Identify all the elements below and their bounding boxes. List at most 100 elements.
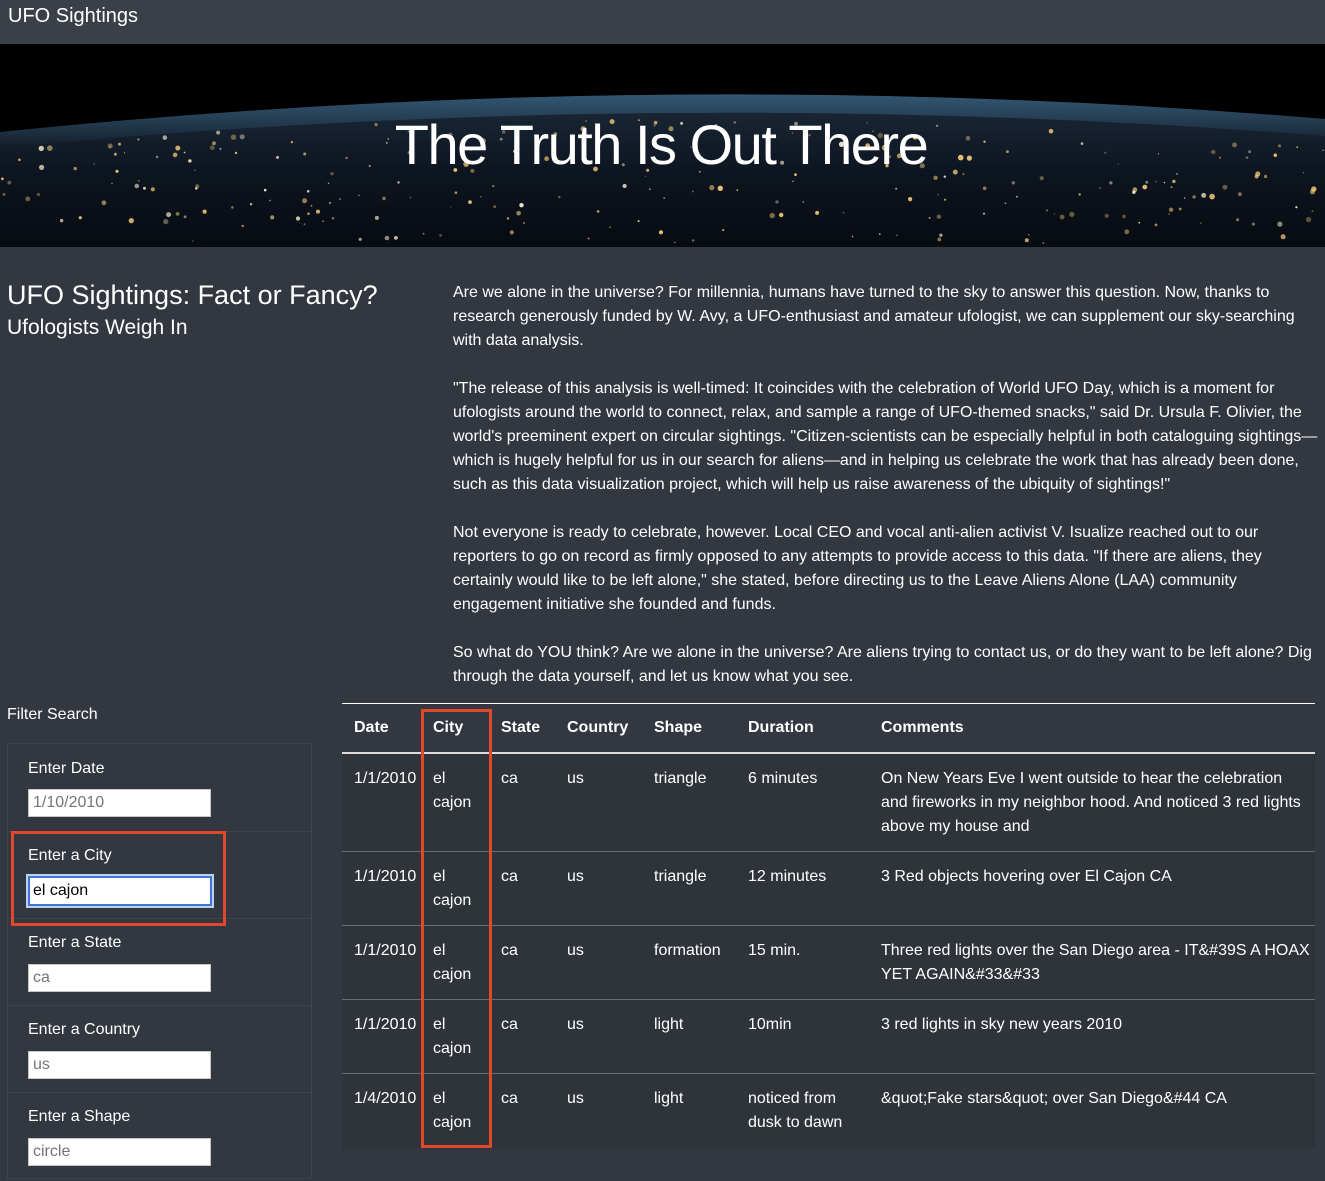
city-light-dot	[310, 204, 313, 207]
city-light-dot	[674, 241, 676, 244]
city-light-dot	[302, 198, 308, 204]
cell-state: ca	[489, 999, 555, 1074]
filter-state: Enter a State	[8, 918, 311, 1005]
city-light-dot	[815, 210, 820, 215]
city-column-highlight-box	[421, 709, 492, 1148]
city-light-dot	[269, 199, 271, 202]
city-light-dot	[36, 192, 41, 197]
date-label: Enter Date	[28, 760, 105, 777]
city-light-dot	[722, 228, 725, 232]
city-light-dot	[1053, 213, 1056, 215]
city-light-dot	[7, 180, 12, 185]
city-light-dot	[493, 205, 497, 209]
state-input[interactable]	[28, 964, 211, 992]
city-light-dot	[1238, 192, 1242, 197]
city-light-dot	[322, 220, 325, 223]
city-light-dot	[439, 234, 442, 237]
city-light-dot	[1311, 186, 1317, 192]
city-light-dot	[1024, 238, 1029, 243]
city-light-dot	[270, 215, 275, 220]
city-light-dot	[1099, 187, 1101, 190]
city-light-dot	[944, 198, 947, 201]
city-light-dot	[879, 233, 881, 235]
city-light-dot	[802, 201, 805, 203]
country-input[interactable]	[28, 1051, 211, 1079]
city-light-dot	[339, 198, 341, 201]
city-light-dot	[303, 223, 306, 226]
city-light-dot	[587, 237, 590, 240]
city-light-dot	[1277, 221, 1283, 227]
city-light-dot	[937, 237, 942, 242]
city-light-dot	[422, 232, 425, 235]
city-light-dot	[1222, 184, 1228, 190]
city-light-dot	[1045, 209, 1049, 212]
hero-title: The Truth Is Out There	[394, 113, 929, 176]
city-light-dot	[479, 195, 482, 198]
city-light-dot	[516, 210, 521, 216]
city-light-dot	[1104, 213, 1109, 218]
city-light-dot	[1295, 206, 1298, 209]
article-paragraph: So what do YOU think? Are we alone in th…	[453, 644, 1312, 685]
city-light-dot	[249, 203, 253, 206]
cell-state: ca	[489, 1073, 555, 1149]
city-filter-highlight-box	[11, 831, 226, 926]
city-light-dot	[1168, 213, 1170, 215]
city-light-dot	[397, 181, 400, 184]
city-light-dot	[166, 212, 172, 218]
city-light-dot	[717, 185, 723, 191]
city-light-dot	[1042, 242, 1045, 244]
city-light-dot	[1163, 181, 1166, 184]
city-light-dot	[454, 191, 458, 194]
city-light-dot	[663, 197, 666, 200]
city-light-dot	[1209, 193, 1215, 200]
page-subheading: Ufologists Weigh In	[7, 316, 188, 339]
city-light-dot	[1172, 179, 1176, 184]
article-paragraph: Not everyone is ready to celebrate, howe…	[453, 524, 1262, 613]
city-light-dot	[1236, 218, 1240, 222]
filter-shape: Enter a Shape	[8, 1092, 311, 1178]
city-light-dot	[1145, 180, 1149, 184]
navbar: UFO Sightings	[0, 0, 1325, 44]
city-light-dot	[307, 212, 310, 215]
state-label: Enter a State	[28, 934, 122, 951]
city-light-dot	[306, 190, 310, 193]
cell-date: 1/1/2010	[342, 851, 421, 926]
city-light-dot	[1016, 195, 1018, 198]
city-light-dot	[1201, 192, 1207, 198]
city-light-dot	[982, 212, 986, 215]
city-light-dot	[692, 239, 695, 242]
city-light-dot	[1069, 211, 1075, 217]
cell-shape: triangle	[654, 770, 707, 787]
city-light-dot	[522, 222, 525, 224]
cell-duration: 12 minutes	[736, 851, 869, 926]
city-light-dot	[394, 236, 398, 240]
city-light-dot	[1004, 202, 1007, 205]
date-input[interactable]	[28, 789, 211, 817]
city-light-dot	[895, 187, 898, 190]
column-header-country: Country	[555, 704, 642, 754]
city-light-dot	[1306, 216, 1312, 223]
city-light-dot	[519, 203, 524, 208]
city-light-dot	[59, 218, 64, 223]
navbar-brand[interactable]: UFO Sightings	[8, 5, 138, 28]
city-light-dot	[468, 200, 472, 205]
city-light-dot	[1251, 222, 1255, 226]
cell-country: us	[555, 851, 642, 926]
city-light-dot	[128, 218, 134, 224]
intro-heading-block: UFO Sightings: Fact or Fancy? Ufologists…	[7, 280, 427, 340]
city-light-dot	[1011, 181, 1015, 185]
city-light-dot	[1138, 222, 1140, 224]
city-light-dot	[192, 240, 194, 242]
city-light-dot	[1311, 210, 1314, 213]
city-light-dot	[1322, 149, 1324, 151]
city-light-dot	[1, 177, 4, 181]
city-light-dot	[1280, 234, 1286, 240]
cell-state: ca	[501, 770, 518, 787]
city-light-dot	[928, 216, 931, 219]
city-light-dot	[842, 211, 845, 214]
cell-comments: &quot;Fake stars&quot; over San Diego&#4…	[869, 1073, 1315, 1149]
country-label: Enter a Country	[28, 1021, 141, 1038]
city-light-dot	[609, 226, 611, 228]
hero-banner: The Truth Is Out There	[0, 44, 1325, 247]
shape-input[interactable]	[28, 1138, 211, 1166]
